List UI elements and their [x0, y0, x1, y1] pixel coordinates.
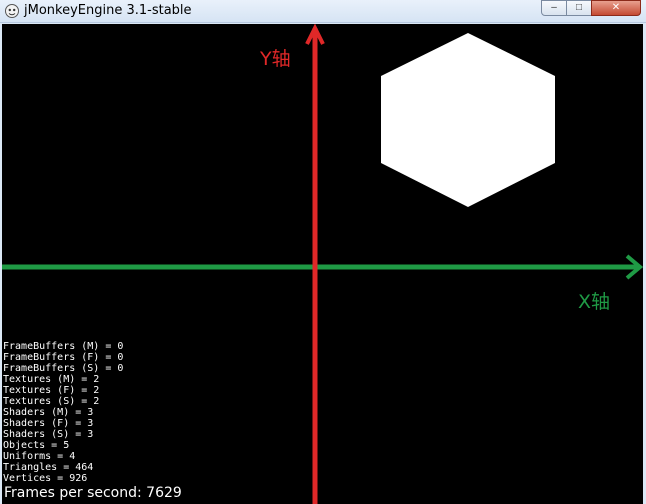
stat-line: Textures (F) = 2: [3, 385, 100, 396]
y-axis-label: Y轴: [260, 48, 291, 70]
stat-line: Triangles = 464: [3, 462, 94, 473]
stat-line: Shaders (M) = 3: [3, 407, 94, 418]
maximize-button[interactable]: □: [566, 0, 592, 16]
window-title: jMonkeyEngine 3.1-stable: [24, 3, 192, 18]
render-viewport[interactable]: Y轴 X轴 FrameBuffers (M) = 0 FrameBuffers …: [2, 24, 643, 504]
jmonkey-logo-icon: [5, 4, 19, 18]
hexagon-shape: [381, 33, 555, 207]
close-button[interactable]: ✕: [591, 0, 641, 16]
stat-line: Shaders (F) = 3: [3, 418, 94, 429]
minimize-button[interactable]: –: [541, 0, 567, 16]
stat-line: Textures (S) = 2: [3, 396, 100, 407]
stat-line: Vertices = 926: [3, 473, 88, 484]
fps-counter: Frames per second: 7629: [4, 485, 182, 501]
stat-line: Shaders (S) = 3: [3, 429, 94, 440]
stat-line: Textures (M) = 2: [3, 374, 100, 385]
stat-line: FrameBuffers (S) = 0: [3, 363, 124, 374]
stats-overlay: FrameBuffers (M) = 0 FrameBuffers (F) = …: [3, 341, 123, 484]
window-controls: – □ ✕: [541, 0, 645, 17]
stat-line: FrameBuffers (M) = 0: [3, 341, 124, 352]
stat-line: FrameBuffers (F) = 0: [3, 352, 124, 363]
stat-line: Uniforms = 4: [3, 451, 76, 462]
app-window: jMonkeyEngine 3.1-stable – □ ✕ Y轴 X轴 Fra…: [0, 0, 646, 504]
stat-line: Objects = 5: [3, 440, 70, 451]
x-axis-label: X轴: [578, 291, 611, 313]
title-bar[interactable]: jMonkeyEngine 3.1-stable – □ ✕: [0, 0, 646, 23]
